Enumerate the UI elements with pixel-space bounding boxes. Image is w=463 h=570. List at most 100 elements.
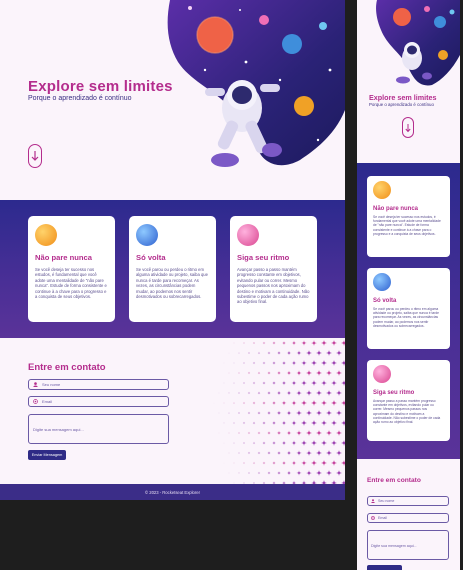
hero-title: Explore sem limites <box>28 78 173 95</box>
sparkle-icon <box>320 339 328 347</box>
email-placeholder: Email <box>378 516 387 520</box>
sparkle-icon <box>315 389 323 397</box>
sparkle-icon <box>252 461 256 465</box>
sparkle-icon <box>315 369 323 377</box>
sparkle-icon <box>281 400 287 406</box>
arrow-down-icon <box>31 151 39 161</box>
sparkle-icon <box>252 381 256 385</box>
sparkle-icon <box>223 402 225 404</box>
sparkle-icon <box>335 469 343 477</box>
sparkle-icon <box>335 409 343 417</box>
sparkle-icon <box>271 400 277 406</box>
sparkle-icon <box>242 441 246 445</box>
sparkle-icon <box>267 431 271 435</box>
send-button[interactable]: Enviar Mensagem <box>28 450 66 460</box>
sparkle-icon <box>325 349 333 357</box>
sparkle-icon <box>291 360 297 366</box>
sparkle-icon <box>330 399 338 407</box>
sparkle-icon <box>296 430 302 436</box>
orange-planet-icon <box>35 224 57 246</box>
orange-planet-icon <box>373 181 391 199</box>
sparkle-icon <box>340 439 345 447</box>
sparkle-icon <box>262 421 266 425</box>
sparkle-icon <box>262 381 266 385</box>
sparkle-icon <box>330 359 338 367</box>
sparkle-icon <box>301 460 307 466</box>
user-icon <box>371 499 375 503</box>
mobile-name-field[interactable]: Seu nome <box>367 496 449 506</box>
sparkle-icon <box>335 449 343 457</box>
sparkle-icon <box>242 421 246 425</box>
mobile-email-field[interactable]: Email <box>367 513 449 523</box>
pink-planet-icon <box>237 224 259 246</box>
sparkle-icon <box>291 440 297 446</box>
sparkle-icon <box>218 392 220 394</box>
sparkle-icon <box>300 439 308 447</box>
sparkle-icon <box>252 341 256 345</box>
sparkle-icon <box>247 431 251 435</box>
mobile-send-button[interactable] <box>367 565 402 570</box>
sparkle-icon <box>330 419 338 427</box>
sparkle-icon <box>223 382 225 384</box>
mobile-card-so-volta: Só volta Se você parou ou perdeu o ritmo… <box>367 268 450 349</box>
sparkle-icon <box>330 439 338 447</box>
sparkle-icon <box>233 382 235 384</box>
sparkle-icon <box>340 379 345 387</box>
sparkle-icon <box>291 460 297 466</box>
stars-pattern <box>213 339 345 484</box>
sparkle-icon <box>267 451 271 455</box>
sparkle-icon <box>320 399 328 407</box>
sparkle-icon <box>335 389 343 397</box>
card-title: Siga seu ritmo <box>237 253 290 262</box>
sparkle-icon <box>257 371 261 375</box>
sparkle-icon <box>315 469 323 477</box>
sparkle-icon <box>276 410 282 416</box>
desktop-preview: Explore sem limites Porque o aprendizado… <box>0 0 345 500</box>
sparkle-icon <box>228 352 230 354</box>
card-title: Só volta <box>136 253 166 262</box>
sparkle-icon <box>305 449 313 457</box>
sparkle-icon <box>281 460 287 466</box>
sparkle-icon <box>238 372 240 374</box>
sparkle-icon <box>272 341 276 345</box>
sparkle-icon <box>310 379 318 387</box>
sparkle-icon <box>257 471 261 475</box>
sparkle-icon <box>223 462 225 464</box>
sparkle-icon <box>228 472 230 474</box>
sparkle-icon <box>247 451 251 455</box>
card-so-volta: Só volta Se você parou ou perdeu o ritmo… <box>129 216 216 322</box>
mobile-scroll-down-button[interactable] <box>402 117 414 138</box>
sparkle-icon <box>301 340 307 346</box>
sparkle-icon <box>330 379 338 387</box>
mobile-hero-section: Explore sem limites Porque o aprendizado… <box>357 0 460 163</box>
sparkle-icon <box>291 340 297 346</box>
sparkle-icon <box>300 379 308 387</box>
sparkle-icon <box>223 442 225 444</box>
scroll-down-button[interactable] <box>28 144 42 168</box>
blue-planet-icon <box>136 224 158 246</box>
mobile-message-field[interactable]: Digite sua mensagem aqui... <box>367 530 449 560</box>
sparkle-icon <box>237 411 241 415</box>
name-field[interactable]: Seu nome <box>28 379 169 390</box>
sparkle-icon <box>315 449 323 457</box>
message-field[interactable]: Digite sua mensagem aqui... <box>28 414 169 444</box>
pink-planet-icon <box>373 365 391 383</box>
sparkle-icon <box>320 379 328 387</box>
sparkle-icon <box>233 342 235 344</box>
sparkle-icon <box>276 350 282 356</box>
sparkle-icon <box>238 452 240 454</box>
sparkle-icon <box>305 389 313 397</box>
email-placeholder: Email <box>42 399 53 404</box>
email-field[interactable]: Email <box>28 396 169 407</box>
mobile-card-siga-seu-ritmo: Siga seu ritmo Avançar passo a passo man… <box>367 360 450 441</box>
sparkle-icon <box>325 429 333 437</box>
card-siga-seu-ritmo: Siga seu ritmo Avançar passo a passo man… <box>230 216 317 322</box>
sparkle-icon <box>266 390 272 396</box>
mobile-contact-title: Entre em contato <box>367 477 421 484</box>
sparkle-icon <box>281 360 287 366</box>
sparkle-icon <box>276 370 282 376</box>
hero-subtitle: Porque o aprendizado é contínuo <box>28 95 132 102</box>
card-text: Avançar passo a passo mantém progresso c… <box>373 399 441 425</box>
mobile-card-nao-pare-nunca: Não pare nunca Se você deseja ter sucess… <box>367 176 450 257</box>
sparkle-icon <box>257 411 261 415</box>
